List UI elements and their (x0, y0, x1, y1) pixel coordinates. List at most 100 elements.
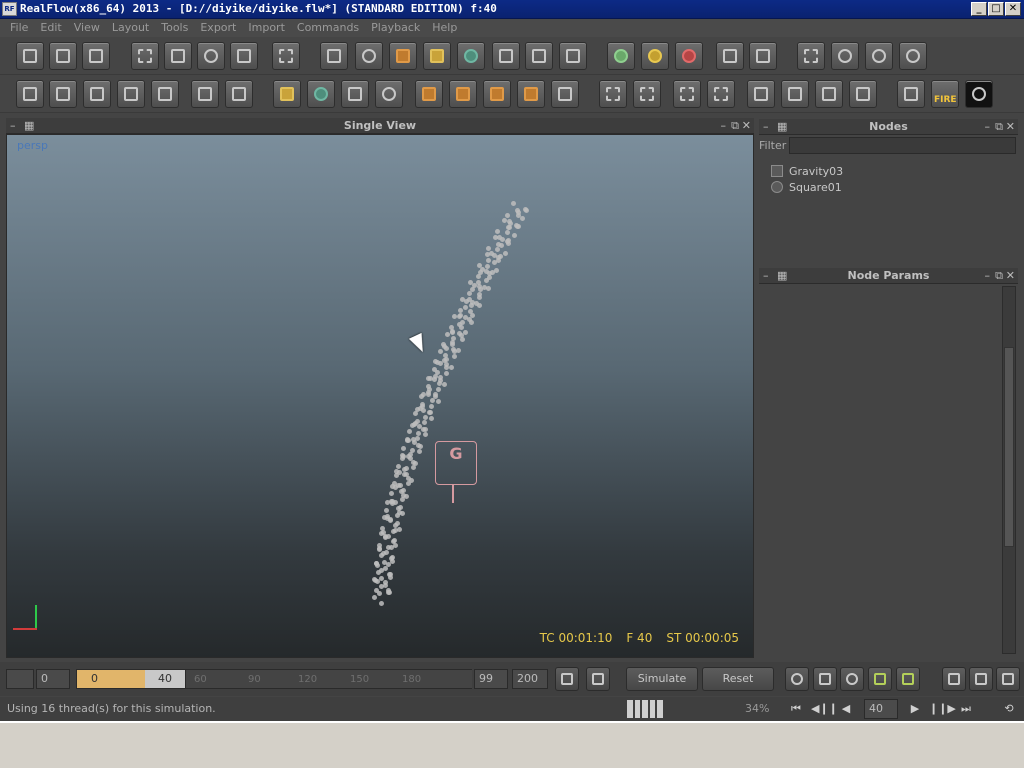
tool2-12-button[interactable] (415, 80, 443, 108)
timer-button[interactable] (865, 42, 893, 70)
tool2-2-button[interactable] (49, 80, 77, 108)
menu-commands[interactable]: Commands (291, 19, 365, 37)
tool2-7-button[interactable] (225, 80, 253, 108)
tool2-25-button[interactable] (897, 80, 925, 108)
maximize-button[interactable]: □ (988, 2, 1004, 16)
menu-import[interactable]: Import (242, 19, 291, 37)
menu-help[interactable]: Help (426, 19, 463, 37)
fire-button[interactable]: FIRE (931, 80, 959, 108)
panel-minimize-icon[interactable]: – (721, 119, 727, 132)
tool2-16-button[interactable] (551, 80, 579, 108)
view-edit-button[interactable] (813, 667, 837, 691)
tool2-23-button[interactable] (815, 80, 843, 108)
view-globe-button[interactable] (785, 667, 809, 691)
add-emitter-button[interactable] (320, 42, 348, 70)
3d-viewport[interactable]: persp G TC 00:01:10 F 40 ST 00:00:05 (6, 134, 754, 658)
reset-cache-button[interactable] (749, 42, 777, 70)
rotate-tool-button[interactable] (197, 42, 225, 70)
timeline-ticks[interactable]: 60 90 120 150 180 (186, 669, 472, 689)
menu-export[interactable]: Export (194, 19, 242, 37)
export-cache-button[interactable] (716, 42, 744, 70)
menu-tools[interactable]: Tools (155, 19, 194, 37)
tool2-10-button[interactable] (341, 80, 369, 108)
loop-button[interactable]: ⟲ (999, 700, 1019, 718)
status-green-button[interactable] (607, 42, 635, 70)
script-button[interactable] (831, 42, 859, 70)
relationship-editor-button[interactable] (797, 42, 825, 70)
tool2-15-button[interactable] (517, 80, 545, 108)
step-back-button[interactable]: ◀❙❙ (811, 700, 838, 718)
snap-button[interactable] (272, 42, 300, 70)
play-back-button[interactable]: ◀ (836, 700, 856, 718)
minimize-button[interactable]: _ (971, 2, 987, 16)
total-end-field[interactable]: 200 (512, 669, 548, 689)
status-red-button[interactable] (675, 42, 703, 70)
add-daemon-button[interactable] (389, 42, 417, 70)
gravity-daemon-gizmo[interactable]: G (435, 441, 477, 485)
tool2-14-button[interactable] (483, 80, 511, 108)
add-particles-button[interactable] (355, 42, 383, 70)
simulate-button[interactable]: Simulate (626, 667, 698, 691)
node-square01[interactable]: Square01 (771, 179, 842, 195)
go-to-end-button[interactable]: ⏭ (956, 700, 976, 718)
key-in-button[interactable] (555, 667, 579, 691)
scale-tool-button[interactable] (230, 42, 258, 70)
tool2-3-button[interactable] (83, 80, 111, 108)
add-mesh-button[interactable] (457, 42, 485, 70)
tool2-8-button[interactable] (273, 80, 301, 108)
tool2-22-button[interactable] (781, 80, 809, 108)
panel-float-icon[interactable]: ⧉ (731, 119, 739, 133)
save-scene-button[interactable] (82, 42, 110, 70)
close-button[interactable]: ✕ (1005, 2, 1021, 16)
status-yellow-button[interactable] (641, 42, 669, 70)
view-eye-button[interactable] (840, 667, 864, 691)
tool2-9-button[interactable] (307, 80, 335, 108)
filter-input[interactable] (789, 137, 1016, 154)
node-gravity03[interactable]: Gravity03 (771, 163, 843, 179)
tool2-17-button[interactable] (599, 80, 627, 108)
wrench-button[interactable] (996, 667, 1020, 691)
params-minimize-icon[interactable]: – (985, 269, 991, 282)
tool2-24-button[interactable] (849, 80, 877, 108)
add-wave-button[interactable] (525, 42, 553, 70)
move-tool-button[interactable] (164, 42, 192, 70)
nodes-minimize-icon[interactable]: – (985, 120, 991, 133)
tool2-21-button[interactable] (747, 80, 775, 108)
menu-edit[interactable]: Edit (34, 19, 67, 37)
tool2-27-button[interactable] (965, 80, 993, 108)
select-tool-button[interactable] (131, 42, 159, 70)
tool2-6-button[interactable] (191, 80, 219, 108)
tool2-1-button[interactable] (16, 80, 44, 108)
tool2-5-button[interactable] (151, 80, 179, 108)
nodes-close-icon[interactable]: ✕ (1006, 120, 1015, 133)
add-object-button[interactable] (423, 42, 451, 70)
current-frame-marker[interactable]: 40 (145, 670, 185, 688)
visible-end-field[interactable]: 99 (474, 669, 508, 689)
go-to-start-button[interactable]: ⏮ (786, 700, 806, 718)
timeline-start-field[interactable]: 0 (36, 669, 70, 689)
step-forward-button[interactable]: ❙❙▶ (929, 700, 956, 718)
new-scene-button[interactable] (16, 42, 44, 70)
render-button[interactable] (899, 42, 927, 70)
add-camera-button[interactable] (492, 42, 520, 70)
play-button[interactable]: ▶ (905, 700, 925, 718)
tool2-19-button[interactable] (673, 80, 701, 108)
timeline-menu-button[interactable] (6, 669, 34, 689)
panel-close-icon[interactable]: ✕ (742, 119, 751, 132)
import-node-button[interactable] (969, 667, 993, 691)
menu-view[interactable]: View (68, 19, 106, 37)
export-node-button[interactable] (942, 667, 966, 691)
add-hybrido-button[interactable] (559, 42, 587, 70)
reset-button[interactable]: Reset (702, 667, 774, 691)
params-scrollbar[interactable] (1002, 286, 1016, 654)
params-float-icon[interactable]: ⧉ (995, 269, 1003, 283)
menu-file[interactable]: File (4, 19, 34, 37)
view-light-b-button[interactable] (896, 667, 920, 691)
tool2-13-button[interactable] (449, 80, 477, 108)
key-out-button[interactable] (586, 667, 610, 691)
realflow-app-icon[interactable]: RF (2, 2, 17, 16)
menu-playback[interactable]: Playback (365, 19, 426, 37)
tool2-18-button[interactable] (633, 80, 661, 108)
tool2-11-button[interactable] (375, 80, 403, 108)
nodes-float-icon[interactable]: ⧉ (995, 120, 1003, 134)
